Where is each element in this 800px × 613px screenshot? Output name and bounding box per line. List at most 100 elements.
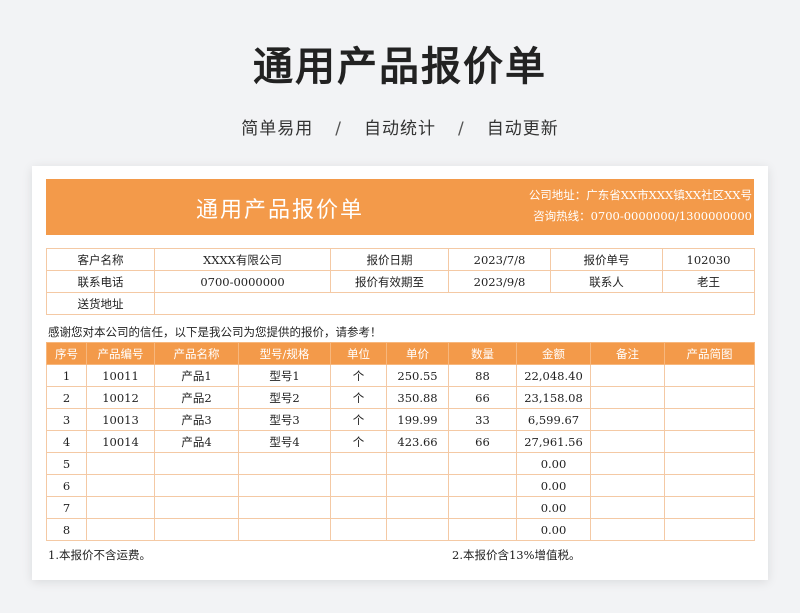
col-image-cell[interactable]	[664, 430, 755, 453]
col-product-name-cell[interactable]	[154, 518, 239, 541]
col-price-cell[interactable]	[386, 452, 449, 475]
col-image-cell[interactable]	[664, 364, 755, 387]
col-product-name-cell[interactable]: 产品2	[154, 386, 239, 409]
col-model-cell[interactable]	[238, 518, 331, 541]
col-remark-header: 备注	[590, 342, 665, 365]
col-seq-cell: 2	[46, 386, 87, 409]
col-price-cell[interactable]: 250.55	[386, 364, 449, 387]
col-price-cell[interactable]	[386, 518, 449, 541]
col-product-name-cell[interactable]	[154, 452, 239, 475]
sheet-banner: 通用产品报价单 公司地址：广东省XX市XXX镇XX社区XX号 咨询热线：0700…	[46, 179, 754, 235]
col-product-code-cell[interactable]	[86, 496, 155, 519]
company-address: 公司地址：广东省XX市XXX镇XX社区XX号	[528, 188, 752, 202]
col-product-name-cell[interactable]: 产品4	[154, 430, 239, 453]
col-image-cell[interactable]	[664, 452, 755, 475]
company-hotline: 咨询热线：0700-0000000/1300000000	[533, 209, 752, 223]
info-row: 联系电话 0700-0000000 报价有效期至 2023/9/8 联系人 老王	[46, 270, 755, 293]
col-amount-cell[interactable]: 23,158.08	[516, 386, 591, 409]
col-remark-cell[interactable]	[590, 474, 665, 497]
quote-date-value[interactable]: 2023/7/8	[448, 248, 551, 271]
info-row: 送货地址	[46, 292, 755, 315]
valid-until-value[interactable]: 2023/9/8	[448, 270, 551, 293]
col-model-cell[interactable]: 型号1	[238, 364, 331, 387]
col-unit-cell[interactable]: 个	[330, 408, 387, 431]
col-unit-cell[interactable]: 个	[330, 386, 387, 409]
col-quantity-cell[interactable]	[448, 496, 517, 519]
sheet-title: 通用产品报价单	[196, 198, 365, 223]
col-product-code-cell[interactable]: 10012	[86, 386, 155, 409]
note-item: 2.本报价含13%增值税。	[452, 548, 581, 562]
col-product-code-cell[interactable]: 10014	[86, 430, 155, 453]
col-amount-cell[interactable]: 0.00	[516, 452, 591, 475]
table-row: 7 0.00	[46, 496, 755, 519]
col-unit-cell[interactable]	[330, 452, 387, 475]
col-quantity-cell[interactable]: 88	[448, 364, 517, 387]
col-product-name-cell[interactable]	[154, 474, 239, 497]
col-remark-cell[interactable]	[590, 430, 665, 453]
col-image-cell[interactable]	[664, 408, 755, 431]
page-title: 通用产品报价单	[253, 44, 547, 90]
col-quantity-cell[interactable]: 33	[448, 408, 517, 431]
col-image-cell[interactable]	[664, 386, 755, 409]
col-product-name-cell[interactable]: 产品1	[154, 364, 239, 387]
col-quantity-cell[interactable]: 66	[448, 430, 517, 453]
quote-number-value[interactable]: 102030	[662, 248, 755, 271]
col-product-name-cell[interactable]	[154, 496, 239, 519]
phone-value[interactable]: 0700-0000000	[154, 270, 331, 293]
col-product-name-cell[interactable]: 产品3	[154, 408, 239, 431]
contact-label: 联系人	[550, 270, 663, 293]
col-remark-cell[interactable]	[590, 518, 665, 541]
col-product-code-header: 产品编号	[86, 342, 155, 365]
col-amount-cell[interactable]: 0.00	[516, 496, 591, 519]
col-quantity-cell[interactable]	[448, 518, 517, 541]
col-price-cell[interactable]: 199.99	[386, 408, 449, 431]
col-model-header: 型号/规格	[238, 342, 331, 365]
col-remark-cell[interactable]	[590, 386, 665, 409]
customer-info-table: 客户名称 XXXX有限公司 报价日期 2023/7/8 报价单号 102030 …	[46, 248, 755, 315]
col-amount-cell[interactable]: 6,599.67	[516, 408, 591, 431]
col-amount-cell[interactable]: 27,961.56	[516, 430, 591, 453]
col-image-cell[interactable]	[664, 496, 755, 519]
col-model-cell[interactable]	[238, 452, 331, 475]
col-model-cell[interactable]: 型号3	[238, 408, 331, 431]
col-amount-cell[interactable]: 22,048.40	[516, 364, 591, 387]
col-model-cell[interactable]: 型号4	[238, 430, 331, 453]
notes: 1.本报价不含运费。 2.本报价含13%增值税。	[48, 547, 754, 563]
customer-name-value[interactable]: XXXX有限公司	[154, 248, 331, 271]
col-product-code-cell[interactable]	[86, 518, 155, 541]
col-unit-cell[interactable]: 个	[330, 430, 387, 453]
contact-value[interactable]: 老王	[662, 270, 755, 293]
col-image-header: 产品简图	[664, 342, 755, 365]
col-quantity-cell[interactable]: 66	[448, 386, 517, 409]
col-price-cell[interactable]: 423.66	[386, 430, 449, 453]
col-quantity-cell[interactable]	[448, 452, 517, 475]
col-unit-cell[interactable]	[330, 474, 387, 497]
col-remark-cell[interactable]	[590, 452, 665, 475]
col-image-cell[interactable]	[664, 474, 755, 497]
col-price-cell[interactable]: 350.88	[386, 386, 449, 409]
col-unit-cell[interactable]	[330, 518, 387, 541]
col-amount-cell[interactable]: 0.00	[516, 518, 591, 541]
table-row: 3 10013 产品3 型号3 个 199.99 33 6,599.67	[46, 408, 755, 431]
col-seq-header: 序号	[46, 342, 87, 365]
col-product-code-cell[interactable]	[86, 474, 155, 497]
col-product-code-cell[interactable]: 10011	[86, 364, 155, 387]
col-remark-cell[interactable]	[590, 364, 665, 387]
col-unit-cell[interactable]	[330, 496, 387, 519]
col-quantity-cell[interactable]	[448, 474, 517, 497]
col-unit-cell[interactable]: 个	[330, 364, 387, 387]
quote-sheet: 通用产品报价单 公司地址：广东省XX市XXX镇XX社区XX号 咨询热线：0700…	[32, 166, 768, 580]
col-product-code-cell[interactable]	[86, 452, 155, 475]
col-product-code-cell[interactable]: 10013	[86, 408, 155, 431]
col-image-cell[interactable]	[664, 518, 755, 541]
col-model-cell[interactable]	[238, 474, 331, 497]
col-remark-cell[interactable]	[590, 408, 665, 431]
col-model-cell[interactable]	[238, 496, 331, 519]
delivery-address-value[interactable]	[154, 292, 755, 315]
col-model-cell[interactable]: 型号2	[238, 386, 331, 409]
col-price-cell[interactable]	[386, 496, 449, 519]
phone-label: 联系电话	[46, 270, 155, 293]
col-amount-cell[interactable]: 0.00	[516, 474, 591, 497]
col-remark-cell[interactable]	[590, 496, 665, 519]
col-price-cell[interactable]	[386, 474, 449, 497]
